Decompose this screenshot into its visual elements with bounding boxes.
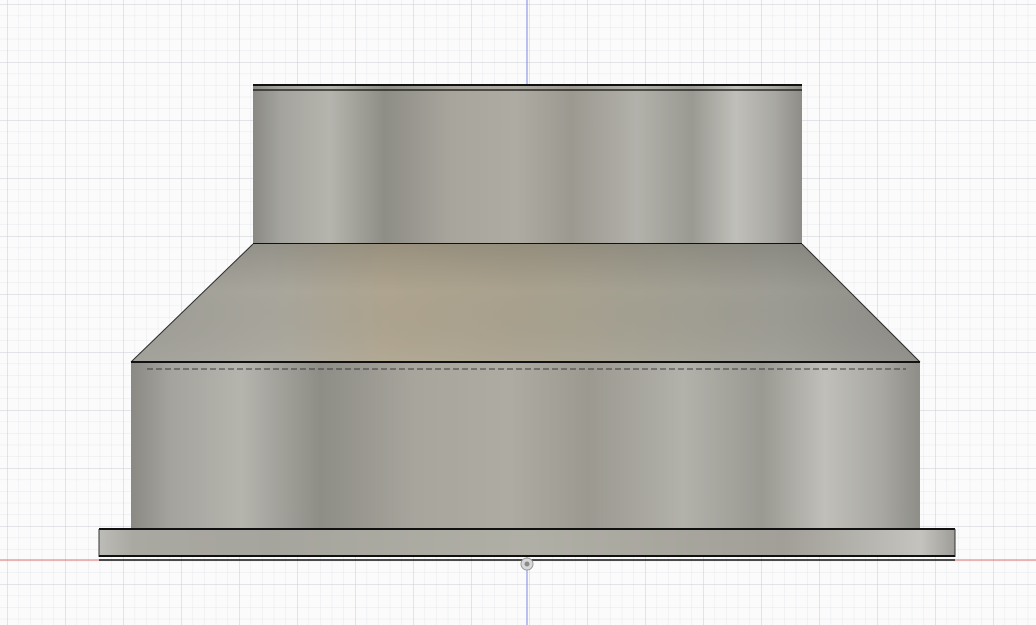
top-collar[interactable] (253, 84, 802, 245)
conical-transition[interactable] (130, 243, 921, 363)
viewport-canvas[interactable] (0, 0, 1036, 625)
cone-shadow (131, 244, 920, 362)
flange-body (99, 530, 955, 557)
base-cylinder[interactable] (99, 363, 955, 530)
top-collar-body (253, 86, 802, 244)
cad-viewport[interactable] (0, 0, 1036, 625)
origin-pivot-icon[interactable] (520, 557, 534, 571)
base-cylinder-body (131, 363, 920, 529)
bottom-flange[interactable] (98, 529, 956, 561)
